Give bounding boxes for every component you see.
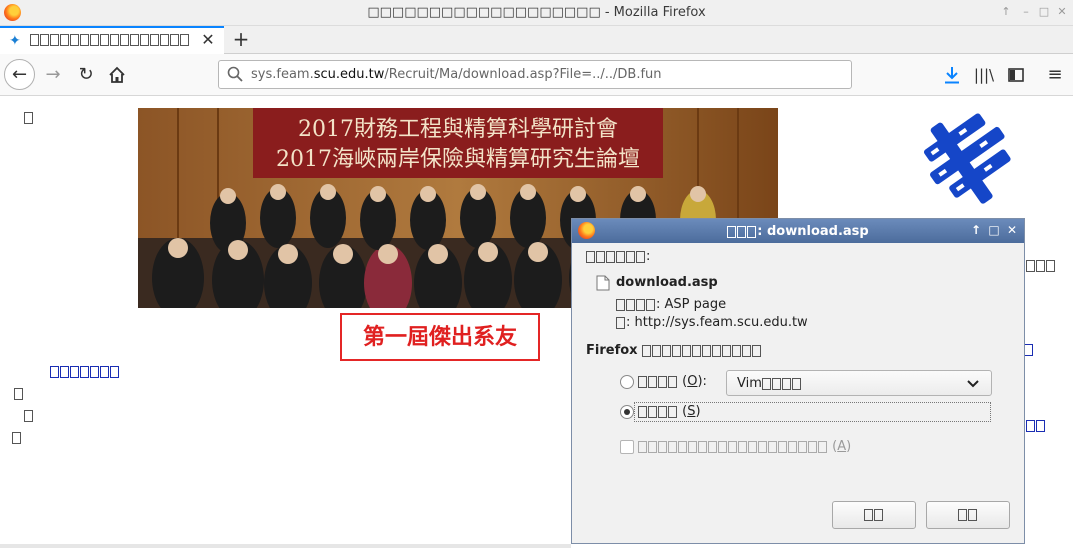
status-strip <box>0 544 571 548</box>
list-glyph-3 <box>12 430 22 445</box>
back-button[interactable]: ← <box>4 59 35 90</box>
minimize-icon[interactable]: – <box>1018 4 1034 20</box>
home-button[interactable] <box>102 60 132 90</box>
remember-checkbox[interactable] <box>620 440 634 454</box>
file-type-value: : ASP page <box>656 297 727 312</box>
open-with-label[interactable]: (O): <box>638 374 707 389</box>
url-bar[interactable]: sys.feam.scu.edu.tw/Recruit/Ma/download.… <box>218 60 852 89</box>
sidebar-icon <box>1008 68 1024 82</box>
right-glyph-row <box>1026 258 1056 273</box>
remember-label: (A) <box>638 439 851 454</box>
file-source-value: : http://sys.feam.scu.edu.tw <box>626 315 808 330</box>
dialog-titlebar: : download.asp ↑ □ ✕ <box>572 219 1024 243</box>
tab-active[interactable]: ✦ ✕ <box>0 26 224 54</box>
dialog-heading: : <box>586 249 650 264</box>
open-with-select[interactable]: Vim <box>726 370 992 396</box>
dialog-maximize-icon[interactable]: □ <box>986 222 1002 238</box>
library-button[interactable]: |||\ <box>969 60 999 90</box>
open-with-selected: Vim <box>737 376 802 391</box>
banner-line-2: 2017海峽兩岸保險與精算研究生論壇 <box>276 147 640 172</box>
banner-line-1: 2017財務工程與精算科學研討會 <box>298 117 618 142</box>
dialog-title: : download.asp <box>572 224 1024 239</box>
list-glyph-2 <box>24 408 34 423</box>
nav-link-1[interactable] <box>50 364 120 379</box>
file-icon <box>596 275 610 291</box>
tab-bar: ✦ ✕ + <box>0 26 1073 54</box>
hamburger-icon: ≡ <box>1047 64 1063 85</box>
save-file-label: (S) <box>638 404 701 419</box>
feam-logo-icon[interactable] <box>915 104 1023 212</box>
tab-label <box>30 32 196 46</box>
cancel-button[interactable] <box>832 501 916 529</box>
downloads-button[interactable] <box>937 60 967 90</box>
new-tab-button[interactable]: + <box>230 27 252 51</box>
page-glyph <box>24 110 34 125</box>
firefox-prompt: Firefox <box>586 343 762 358</box>
library-icon: |||\ <box>973 66 995 84</box>
window-title: □□□□□□□□□□□□□□□□□□□ - Mozilla Firefox <box>367 5 706 20</box>
save-file-option[interactable]: (S) <box>634 402 991 422</box>
ok-button[interactable] <box>926 501 1010 529</box>
file-type-row: : ASP page <box>616 297 726 312</box>
window-titlebar: □□□□□□□□□□□□□□□□□□□ - Mozilla Firefox ↑ … <box>0 0 1073 26</box>
navigation-toolbar: ← → ↻ sys.feam.scu.edu.tw/Recruit/Ma/dow… <box>0 54 1073 96</box>
right-link-1[interactable] <box>1024 342 1034 357</box>
open-with-radio[interactable] <box>620 375 634 389</box>
search-icon <box>227 66 243 82</box>
window-up-icon[interactable]: ↑ <box>998 4 1014 20</box>
reload-button[interactable]: ↻ <box>71 60 101 90</box>
feam-favicon-icon: ✦ <box>9 33 21 49</box>
alumni-caption[interactable]: 第一屆傑出系友 <box>340 313 540 361</box>
maximize-icon[interactable]: □ <box>1036 4 1052 20</box>
download-icon <box>945 67 959 84</box>
menu-button[interactable]: ≡ <box>1040 60 1070 90</box>
right-link-2[interactable] <box>1026 418 1046 433</box>
download-dialog: : download.asp ↑ □ ✕ : download.asp : AS… <box>571 218 1025 544</box>
url-text[interactable]: sys.feam.scu.edu.tw/Recruit/Ma/download.… <box>251 67 662 82</box>
dialog-up-icon[interactable]: ↑ <box>968 222 984 238</box>
list-glyph-1 <box>14 386 24 401</box>
forward-button[interactable]: → <box>38 60 68 90</box>
dialog-filename: download.asp <box>616 275 718 290</box>
close-window-icon[interactable]: ✕ <box>1054 4 1070 20</box>
save-file-radio[interactable] <box>620 405 634 419</box>
sidebar-button[interactable] <box>1001 60 1031 90</box>
dialog-close-icon[interactable]: ✕ <box>1004 222 1020 238</box>
home-icon <box>109 66 125 83</box>
tab-close-icon[interactable]: ✕ <box>200 31 216 49</box>
file-source-row: : http://sys.feam.scu.edu.tw <box>616 315 808 330</box>
chevron-down-icon <box>967 380 979 388</box>
